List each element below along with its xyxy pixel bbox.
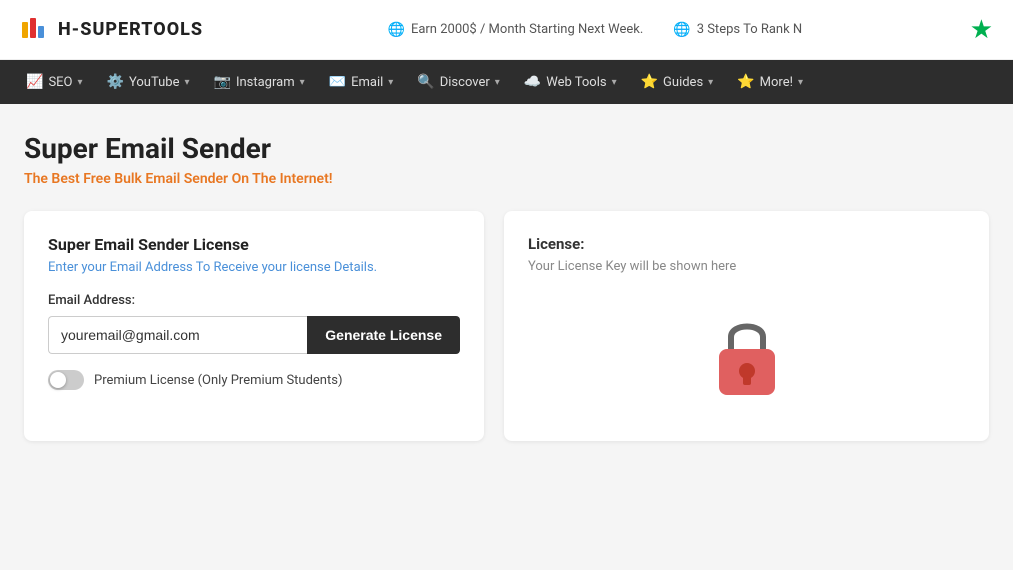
email-nav-icon: ✉️ [329, 74, 346, 90]
left-card: Super Email Sender License Enter your Em… [24, 211, 484, 441]
more-icon: ⭐ [737, 74, 754, 90]
chevron-instagram: ▾ [300, 77, 305, 88]
main-content: Super Email Sender The Best Free Bulk Em… [0, 104, 1013, 469]
chevron-webtools: ▾ [612, 77, 617, 88]
guides-icon: ⭐ [641, 74, 658, 90]
promo-2-text: 3 Steps To Rank N [697, 22, 803, 37]
page-subtitle: The Best Free Bulk Email Sender On The I… [24, 171, 989, 187]
nav-item-seo[interactable]: 📈 SEO ▾ [16, 60, 93, 104]
discover-icon: 🔍 [417, 74, 434, 90]
star-icon-top[interactable]: ★ [970, 15, 993, 45]
nav-item-more[interactable]: ⭐ More! ▾ [727, 60, 813, 104]
license-hint: Your License Key will be shown here [528, 259, 965, 274]
toggle-knob [50, 372, 66, 388]
nav-bar: 📈 SEO ▾ ⚙️ YouTube ▾ 📷 Instagram ▾ ✉️ Em… [0, 60, 1013, 104]
globe-icon-1: 🌐 [388, 22, 405, 38]
nav-item-guides[interactable]: ⭐ Guides ▾ [631, 60, 724, 104]
email-input[interactable] [48, 316, 307, 354]
youtube-icon: ⚙️ [107, 74, 124, 90]
seo-icon: 📈 [26, 74, 43, 90]
lock-icon [707, 313, 787, 403]
chevron-youtube: ▾ [184, 77, 189, 88]
nav-label-instagram: Instagram [236, 75, 295, 90]
nav-label-discover: Discover [440, 75, 490, 90]
premium-toggle[interactable] [48, 370, 84, 390]
chevron-email: ▾ [388, 77, 393, 88]
toggle-label: Premium License (Only Premium Students) [94, 373, 342, 388]
instagram-icon: 📷 [214, 74, 231, 90]
webtools-icon: ☁️ [524, 74, 541, 90]
left-card-hint: Enter your Email Address To Receive your… [48, 260, 460, 275]
left-card-title: Super Email Sender License [48, 235, 460, 254]
generate-license-button[interactable]: Generate License [307, 316, 460, 354]
nav-item-instagram[interactable]: 📷 Instagram ▾ [204, 60, 315, 104]
chevron-more: ▾ [798, 77, 803, 88]
top-bar: H-SUPERTOOLS 🌐 Earn 2000$ / Month Starti… [0, 0, 1013, 60]
cards-row: Super Email Sender License Enter your Em… [24, 211, 989, 441]
top-promos: 🌐 Earn 2000$ / Month Starting Next Week.… [220, 22, 970, 38]
chevron-seo: ▾ [78, 77, 83, 88]
nav-item-youtube[interactable]: ⚙️ YouTube ▾ [97, 60, 200, 104]
nav-label-more: More! [760, 75, 793, 90]
chevron-discover: ▾ [495, 77, 500, 88]
chevron-guides: ▾ [708, 77, 713, 88]
nav-label-email: Email [351, 75, 383, 90]
logo[interactable]: H-SUPERTOOLS [20, 14, 220, 46]
logo-icon [20, 14, 52, 46]
nav-label-webtools: Web Tools [546, 75, 606, 90]
lock-container [528, 298, 965, 417]
promo-2[interactable]: 🌐 3 Steps To Rank N [673, 22, 802, 38]
promo-1-text: Earn 2000$ / Month Starting Next Week. [411, 22, 643, 37]
email-label: Email Address: [48, 293, 460, 308]
right-card: License: Your License Key will be shown … [504, 211, 989, 441]
input-row: Generate License [48, 316, 460, 354]
nav-label-youtube: YouTube [129, 75, 180, 90]
nav-label-guides: Guides [663, 75, 703, 90]
license-title: License: [528, 235, 965, 253]
promo-1[interactable]: 🌐 Earn 2000$ / Month Starting Next Week. [388, 22, 644, 38]
brand-name: H-SUPERTOOLS [58, 19, 203, 40]
nav-item-webtools[interactable]: ☁️ Web Tools ▾ [514, 60, 627, 104]
nav-item-discover[interactable]: 🔍 Discover ▾ [407, 60, 510, 104]
page-title: Super Email Sender [24, 132, 989, 165]
nav-label-seo: SEO [48, 75, 72, 90]
toggle-row: Premium License (Only Premium Students) [48, 370, 460, 390]
nav-item-email[interactable]: ✉️ Email ▾ [319, 60, 404, 104]
globe-icon-2: 🌐 [673, 22, 690, 38]
